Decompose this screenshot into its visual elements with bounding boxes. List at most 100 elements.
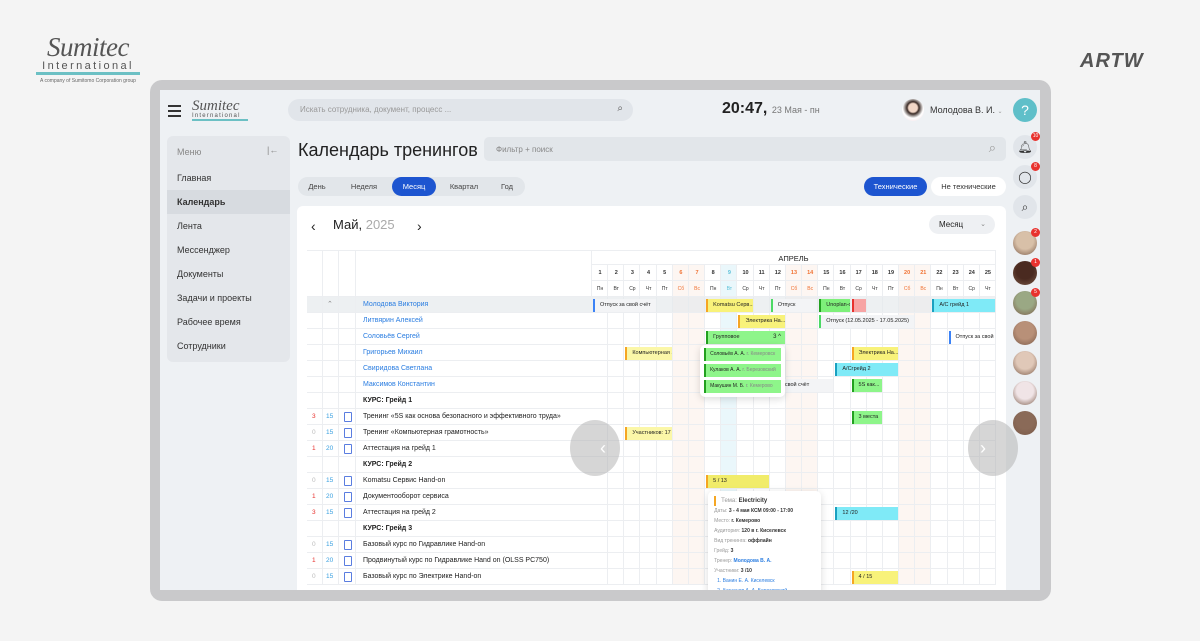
global-search-input[interactable]: Искать сотрудника, документ, процесс ...… xyxy=(288,99,633,121)
toggle-non-technical[interactable]: Не технические xyxy=(931,177,1006,196)
unread-badge: 2 xyxy=(1031,228,1040,237)
event-bar[interactable]: Электрика На... xyxy=(738,314,785,328)
sidebar-item[interactable]: Документы xyxy=(167,262,290,286)
sidebar-item[interactable]: Задачи и проекты xyxy=(167,286,290,310)
scroll-right-button[interactable]: › xyxy=(968,420,1018,476)
day-number: 6 xyxy=(672,265,689,281)
event-bar[interactable]: Участников: 17 xyxy=(625,426,672,440)
document-edit-icon[interactable] xyxy=(344,492,352,502)
day-number: 1 xyxy=(592,265,609,281)
search-icon[interactable]: ⌕ xyxy=(617,103,623,114)
row-name[interactable]: Литвярин Алексей xyxy=(363,313,423,329)
row-name[interactable]: Соловьёв Сергей xyxy=(363,329,420,345)
contact-avatar[interactable]: 5 xyxy=(1013,288,1040,315)
prev-month-button[interactable]: ‹ xyxy=(311,218,316,234)
filter-search-input[interactable]: Фильтр + поиск ⌕ xyxy=(484,137,1006,161)
event-bar[interactable]: 3 места xyxy=(851,410,882,424)
event-bar[interactable]: Komatsu Серв... xyxy=(706,298,753,312)
document-edit-icon[interactable] xyxy=(344,556,352,566)
group-member-item[interactable]: Кулаков А. А. г. Березовский xyxy=(704,364,782,377)
event-bar[interactable]: Электрика На... xyxy=(851,346,899,360)
event-bar[interactable]: А/Сгрейд 2 xyxy=(835,362,899,376)
contact-avatar[interactable] xyxy=(1013,321,1037,345)
event-bar[interactable]: 12 /20 xyxy=(835,506,899,520)
rail-search-button[interactable]: ⌕ xyxy=(1013,195,1037,219)
row-name[interactable]: Максимов Константин xyxy=(363,377,435,393)
weekday-label: Вт xyxy=(721,281,738,297)
event-bar[interactable] xyxy=(851,298,866,312)
scroll-left-button[interactable]: ‹ xyxy=(570,420,620,476)
tab-period[interactable]: Неделя xyxy=(338,177,390,196)
weekday-label: Вс xyxy=(802,281,819,297)
toggle-technical[interactable]: Технические xyxy=(864,177,927,196)
view-select[interactable]: Месяц ⌄ xyxy=(929,215,995,234)
group-count-toggle[interactable]: 3 ^ xyxy=(773,331,781,344)
day-number: 21 xyxy=(915,265,932,281)
app-logo[interactable]: Sumitec International xyxy=(192,99,248,121)
seats-taken: 0 xyxy=(312,541,316,548)
row-name[interactable]: Молодова Виктория xyxy=(363,297,428,313)
document-edit-icon[interactable] xyxy=(344,444,352,454)
participant-item[interactable]: 2. Кузнецов А. А. Березовский xyxy=(714,586,815,590)
document-edit-icon[interactable] xyxy=(344,412,352,422)
document-edit-icon[interactable] xyxy=(344,540,352,550)
document-edit-icon[interactable] xyxy=(344,572,352,582)
group-member-item[interactable]: Соловьёв А. А. г. Кемеровск xyxy=(704,348,782,361)
sidebar-item[interactable]: Рабочее время xyxy=(167,310,290,334)
contact-avatar[interactable]: 2 xyxy=(1013,228,1040,255)
contact-avatar[interactable] xyxy=(1013,411,1037,435)
seats-total: 20 xyxy=(326,493,334,500)
trainer-link[interactable]: Молодова В. А. xyxy=(734,558,772,564)
user-menu[interactable]: Молодова В. И. ⌄ xyxy=(930,105,1003,115)
contact-avatar[interactable]: 1 xyxy=(1013,258,1040,285)
contact-avatar[interactable] xyxy=(1013,351,1037,375)
menu-icon[interactable] xyxy=(168,102,181,120)
tab-period[interactable]: Месяц xyxy=(392,177,436,196)
event-bar[interactable]: Отпуск (12.05.2025 - 17.05.2025) xyxy=(819,314,915,328)
messages-button[interactable]: ◯ 8 xyxy=(1013,162,1040,189)
help-button[interactable]: ? xyxy=(1013,98,1037,122)
event-bar[interactable]: Компьютерная ... xyxy=(625,346,672,360)
seats-total: 15 xyxy=(326,573,334,580)
row-name: КУРС: Грейд 3 xyxy=(363,525,413,532)
message-badge: 8 xyxy=(1031,162,1040,171)
document-edit-icon[interactable] xyxy=(344,508,352,518)
sidebar-item[interactable]: Календарь xyxy=(167,190,290,214)
event-bar[interactable]: Отпуск за свой счёт xyxy=(948,330,995,344)
artw-logo: ARTW xyxy=(1080,50,1144,72)
sidebar-item[interactable]: Сотрудники xyxy=(167,334,290,358)
row-name[interactable]: Григорьев Михаил xyxy=(363,345,423,361)
day-number: 15 xyxy=(818,265,835,281)
expand-toggle-icon[interactable]: ⌃ xyxy=(327,300,333,308)
next-month-button[interactable]: › xyxy=(417,218,422,234)
event-bar[interactable]: Отпуск за свой счёт xyxy=(593,298,656,312)
contact-avatar[interactable] xyxy=(1013,381,1037,405)
collapse-sidebar-icon[interactable]: |← xyxy=(267,145,278,155)
participant-item[interactable]: 1. Ванин Е. А. Киселевск xyxy=(714,576,815,586)
event-bar[interactable]: 4 / 15 xyxy=(851,570,899,584)
sidebar-item[interactable]: Лента xyxy=(167,214,290,238)
notifications-button[interactable]: 🔔︎ 10 xyxy=(1013,132,1040,159)
event-bar[interactable]: А/С грейд 1 xyxy=(932,298,995,312)
day-number: 22 xyxy=(931,265,948,281)
event-bar[interactable]: 5S как... xyxy=(851,378,882,392)
row-name[interactable]: Свиридова Светлана xyxy=(363,361,432,377)
document-edit-icon[interactable] xyxy=(344,476,352,486)
event-bar[interactable]: Unoplan-on xyxy=(819,298,850,312)
document-edit-icon[interactable] xyxy=(344,428,352,438)
event-bar[interactable]: 5 / 13 xyxy=(706,474,769,488)
sidebar-item[interactable]: Главная xyxy=(167,166,290,190)
weekday-label: Чт xyxy=(640,281,657,297)
tab-period[interactable]: День xyxy=(298,177,336,196)
row-name: Тренинг «5S как основа безопасного и эфф… xyxy=(363,413,561,420)
event-bar[interactable]: Групповое 3 ^ xyxy=(706,330,785,344)
group-member-item[interactable]: Макушин М. Б. г. Кемерово xyxy=(704,380,782,393)
event-label: 4 / 15 xyxy=(858,573,873,580)
tab-period[interactable]: Квартал xyxy=(438,177,490,196)
search-icon[interactable]: ⌕ xyxy=(989,140,996,156)
sidebar-item[interactable]: Мессенджер xyxy=(167,238,290,262)
user-avatar[interactable] xyxy=(902,99,924,121)
event-bar[interactable]: Отпуск xyxy=(770,298,818,312)
seats-taken: 3 xyxy=(312,509,316,516)
tab-period[interactable]: Год xyxy=(492,177,522,196)
